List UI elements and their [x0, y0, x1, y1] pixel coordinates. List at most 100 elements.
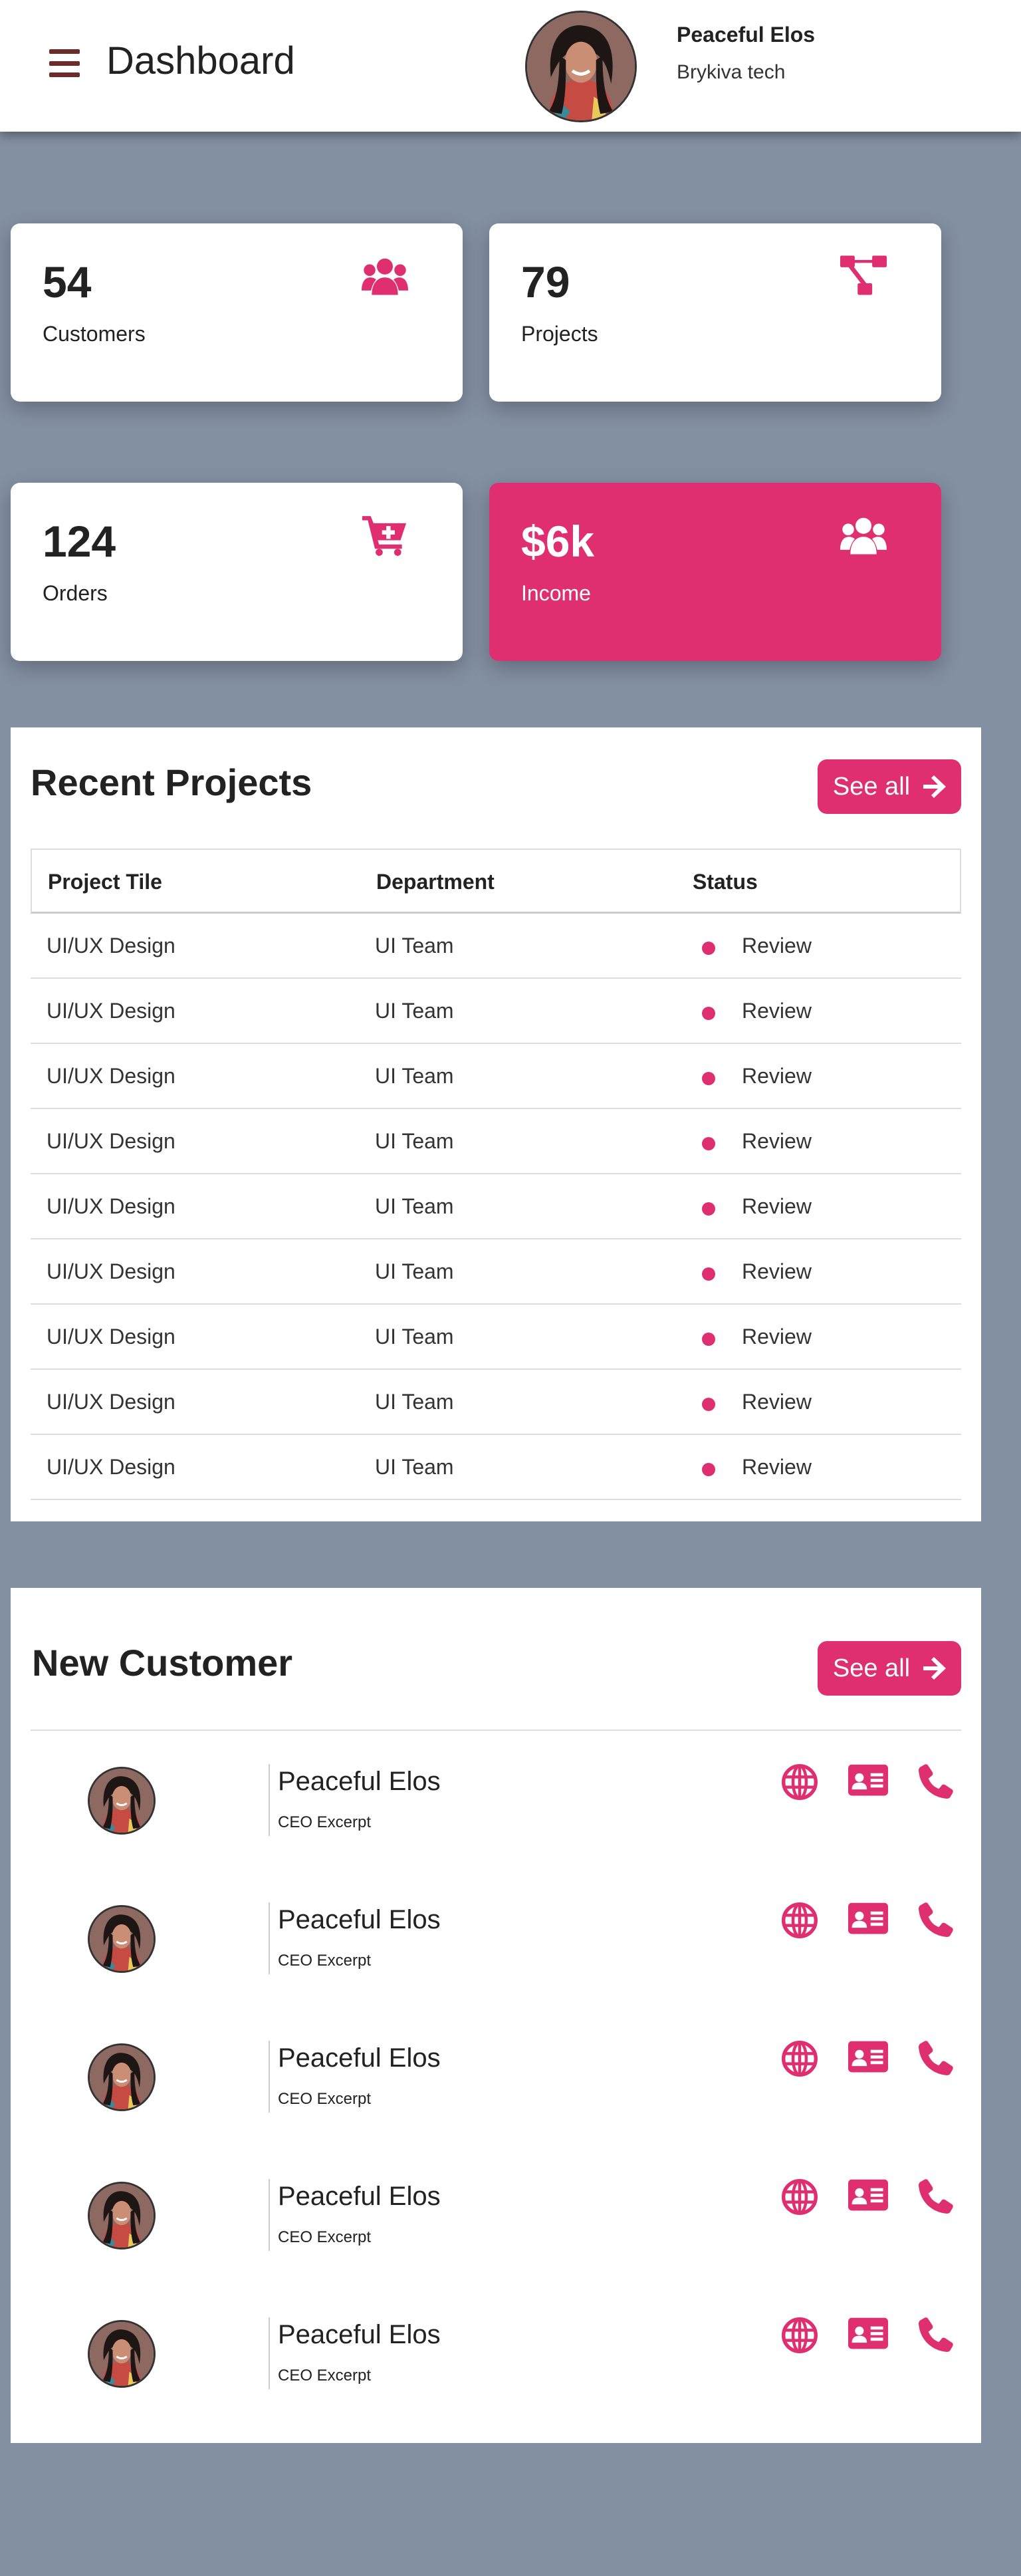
new-customer-see-all-button[interactable]: See all — [818, 1641, 961, 1696]
see-all-label: See all — [832, 1654, 911, 1682]
status-dot — [702, 1267, 715, 1281]
recent-projects-see-all-button[interactable]: See all — [818, 759, 961, 814]
cart-plus-icon — [362, 515, 408, 556]
status-cell: Review — [742, 1129, 812, 1153]
customer-item[interactable]: Peaceful Elos CEO Excerpt — [31, 1869, 961, 2007]
globe-icon[interactable] — [782, 1902, 818, 1938]
arrow-right-icon — [922, 1657, 946, 1680]
customer-item[interactable]: Peaceful Elos CEO Excerpt — [31, 1731, 961, 1869]
customers-card[interactable]: 54 Customers — [11, 223, 463, 402]
customer-item[interactable]: Peaceful Elos CEO Excerpt — [31, 2007, 961, 2146]
phone-icon[interactable] — [919, 2317, 953, 2352]
hamburger-menu-icon[interactable] — [49, 49, 80, 77]
id-card-icon[interactable] — [848, 2041, 888, 2073]
user-name: Peaceful Elos — [677, 23, 816, 47]
card-label: Orders — [43, 581, 108, 605]
phone-icon[interactable] — [919, 2041, 953, 2075]
card-value: $6k — [521, 517, 595, 566]
id-card-icon[interactable] — [848, 1902, 888, 1934]
customer-avatar[interactable] — [88, 2182, 156, 2250]
customer-avatar[interactable] — [88, 2320, 156, 2388]
card-value: 79 — [521, 257, 570, 307]
customer-avatar[interactable] — [88, 1905, 156, 1973]
orders-card[interactable]: 124 Orders — [11, 483, 463, 661]
status-dot — [702, 1072, 715, 1085]
phone-icon[interactable] — [919, 1764, 953, 1799]
user-company: Brykiva tech — [677, 61, 786, 83]
project-cell: UI/UX Design — [47, 1259, 175, 1283]
card-label: Customers — [43, 322, 146, 346]
customer-item[interactable]: Peaceful Elos CEO Excerpt — [31, 2146, 961, 2284]
customer-role: CEO Excerpt — [278, 2228, 372, 2246]
arrow-right-icon — [922, 775, 946, 798]
new-customer-title: New Customer — [32, 1642, 293, 1684]
department-cell: UI Team — [375, 1129, 454, 1153]
recent-projects-title: Recent Projects — [31, 761, 312, 803]
customer-item[interactable]: Peaceful Elos CEO Excerpt — [31, 2284, 961, 2422]
department-cell: UI Team — [375, 1455, 454, 1479]
table-row[interactable]: UI/UX Design UI Team Review — [31, 1370, 961, 1435]
globe-icon[interactable] — [782, 1764, 818, 1800]
recent-projects-panel: Recent Projects See all Project Tile Dep… — [11, 727, 981, 1521]
status-dot — [702, 1463, 715, 1476]
table-row[interactable]: UI/UX Design UI Team Review — [31, 1174, 961, 1239]
column-header-project: Project Tile — [48, 870, 162, 894]
projects-card[interactable]: 79 Projects — [489, 223, 941, 402]
status-dot — [702, 1137, 715, 1150]
customer-name: Peaceful Elos — [278, 2182, 441, 2211]
project-cell: UI/UX Design — [47, 934, 175, 958]
separator — [269, 2317, 270, 2389]
status-dot — [702, 1333, 715, 1346]
customer-role: CEO Excerpt — [278, 1952, 372, 1970]
globe-icon[interactable] — [782, 2041, 818, 2077]
status-cell: Review — [742, 1455, 812, 1479]
table-row[interactable]: UI/UX Design UI Team Review — [31, 1109, 961, 1174]
department-cell: UI Team — [375, 934, 454, 958]
globe-icon[interactable] — [782, 2317, 818, 2353]
status-cell: Review — [742, 1390, 812, 1414]
id-card-icon[interactable] — [848, 1764, 888, 1796]
card-value: 124 — [43, 517, 116, 566]
separator — [269, 1902, 270, 1974]
card-label: Income — [521, 581, 591, 605]
table-row[interactable]: UI/UX Design UI Team Review — [31, 914, 961, 979]
users-icon — [362, 255, 408, 297]
id-card-icon[interactable] — [848, 2179, 888, 2211]
globe-icon[interactable] — [782, 2179, 818, 2215]
table-row[interactable]: UI/UX Design UI Team Review — [31, 1435, 961, 1500]
status-dot — [702, 942, 715, 955]
customer-avatar[interactable] — [88, 2043, 156, 2111]
phone-icon[interactable] — [919, 2179, 953, 2214]
table-row[interactable]: UI/UX Design UI Team Review — [31, 1305, 961, 1370]
status-cell: Review — [742, 1259, 812, 1283]
income-card[interactable]: $6k Income — [489, 483, 941, 661]
table-row[interactable]: UI/UX Design UI Team Review — [31, 1239, 961, 1305]
separator — [269, 2179, 270, 2251]
status-cell: Review — [742, 1325, 812, 1349]
user-avatar[interactable] — [525, 11, 637, 122]
customer-name: Peaceful Elos — [278, 2320, 441, 2349]
see-all-label: See all — [832, 772, 911, 801]
new-customer-panel: New Customer See all Peaceful Elos CEO Ex… — [11, 1588, 981, 2443]
customer-name: Peaceful Elos — [278, 1767, 441, 1796]
department-cell: UI Team — [375, 999, 454, 1023]
users-icon — [840, 515, 887, 556]
customer-role: CEO Excerpt — [278, 2090, 372, 2108]
department-cell: UI Team — [375, 1325, 454, 1349]
project-diagram-icon — [840, 255, 887, 297]
department-cell: UI Team — [375, 1194, 454, 1218]
page-title: Dashboard — [106, 39, 295, 82]
table-row[interactable]: UI/UX Design UI Team Review — [31, 1044, 961, 1109]
id-card-icon[interactable] — [848, 2317, 888, 2349]
status-dot — [702, 1398, 715, 1411]
project-cell: UI/UX Design — [47, 1325, 175, 1349]
separator — [269, 2041, 270, 2113]
department-cell: UI Team — [375, 1259, 454, 1283]
customer-role: CEO Excerpt — [278, 1813, 372, 1831]
department-cell: UI Team — [375, 1064, 454, 1088]
column-header-department: Department — [376, 870, 495, 894]
phone-icon[interactable] — [919, 1902, 953, 1937]
customer-role: CEO Excerpt — [278, 2367, 372, 2384]
table-row[interactable]: UI/UX Design UI Team Review — [31, 979, 961, 1044]
customer-avatar[interactable] — [88, 1767, 156, 1835]
